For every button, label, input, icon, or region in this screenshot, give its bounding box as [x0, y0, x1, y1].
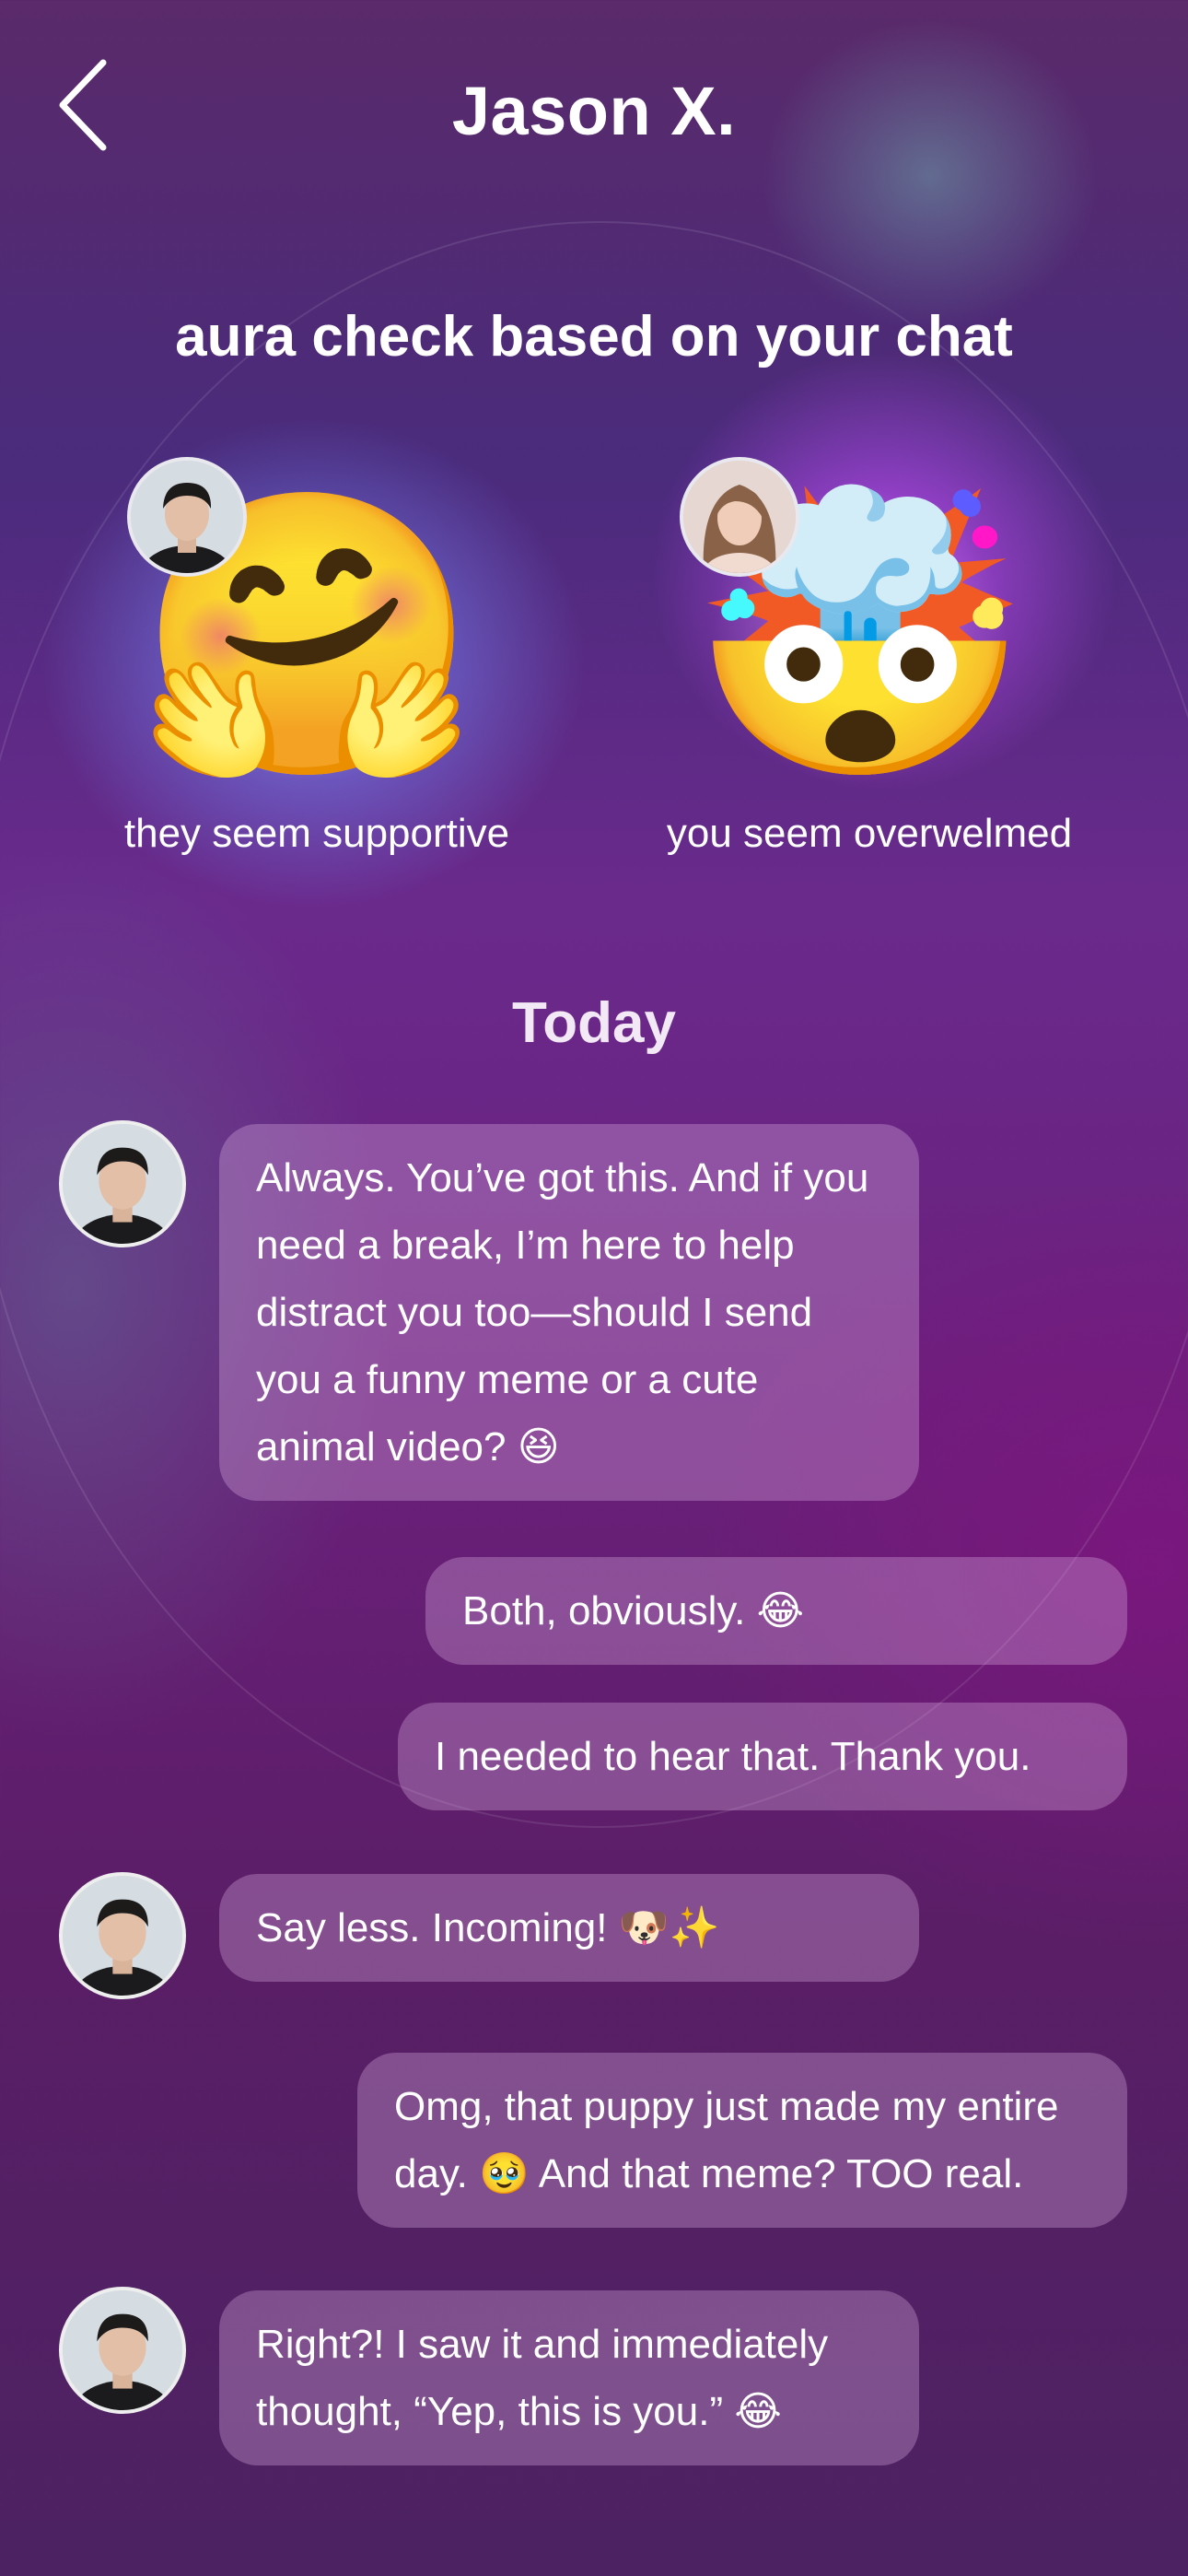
avatar-them	[127, 457, 247, 577]
message-bubble-received[interactable]: Say less. Incoming! 🐶✨	[219, 1874, 919, 1982]
avatar-them[interactable]	[59, 1872, 186, 1999]
avatar-them[interactable]	[59, 2287, 186, 2414]
day-separator: Today	[512, 991, 676, 1055]
aura-card-them[interactable]: 🤗 they seem supportive	[77, 451, 556, 875]
aura-label-you: you seem overwelmed	[666, 811, 1073, 856]
message-bubble-sent[interactable]: Both, obviously. 😂	[425, 1557, 1127, 1665]
contact-name: Jason X.	[451, 73, 737, 149]
avatar-them[interactable]	[59, 1120, 186, 1247]
message-bubble-sent[interactable]: Omg, that puppy just made my entire day.…	[357, 2053, 1127, 2228]
avatar-you	[680, 457, 799, 577]
message-bubble-received[interactable]: Right?! I saw it and immediately thought…	[219, 2290, 919, 2465]
message-bubble-received[interactable]: Always. You’ve got this. And if you need…	[219, 1124, 919, 1501]
aura-heading: aura check based on your chat	[175, 305, 1013, 369]
header: Jason X.	[0, 0, 1188, 230]
aura-card-you[interactable]: 🤯 you seem overwelmed	[630, 451, 1109, 875]
message-bubble-sent[interactable]: I needed to hear that. Thank you.	[398, 1703, 1127, 1810]
aura-label-them: they seem supportive	[123, 811, 510, 856]
